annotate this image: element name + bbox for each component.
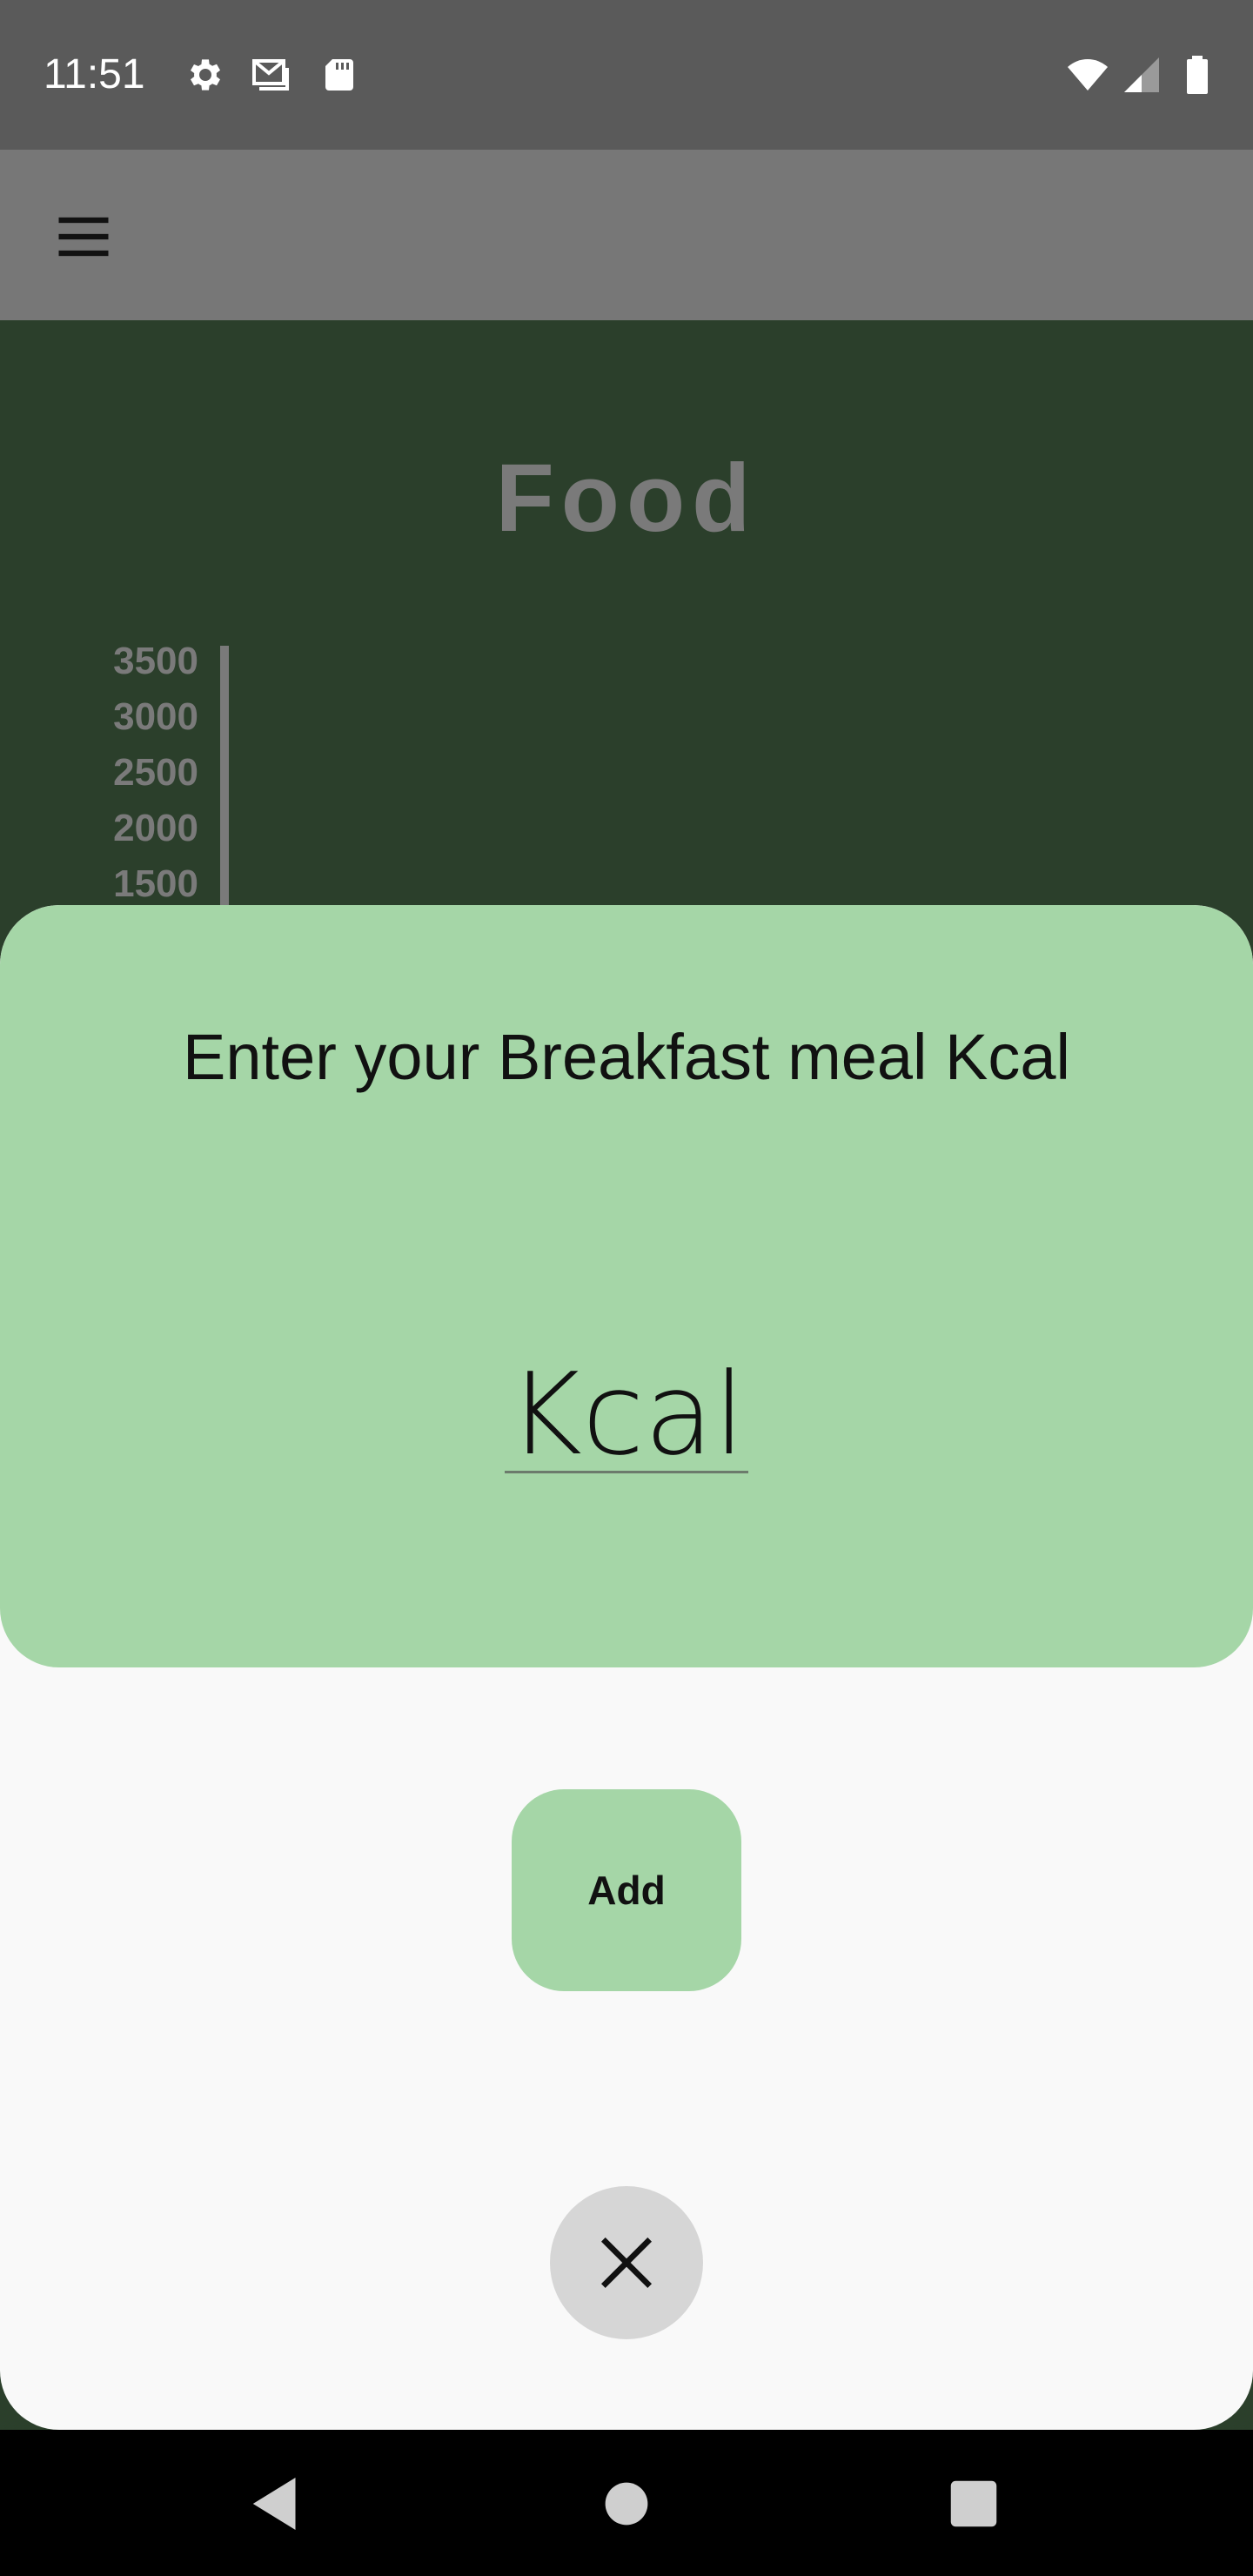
chart-y-tick-label: 1500: [113, 862, 198, 905]
gmail-icon: [249, 54, 291, 96]
chart-y-tick-label: 3000: [113, 695, 198, 738]
status-time: 11:51: [44, 51, 145, 97]
chart-y-tick-label: 2000: [113, 807, 198, 849]
kcal-entry-panel: Enter your Breakfast meal Kcal: [0, 905, 1253, 1667]
status-bar: 11:51: [0, 0, 1253, 150]
navigation-bar: [0, 2430, 1253, 2576]
food-page: Food 3500 3000 2500 2000 1500: [0, 320, 1253, 929]
home-icon[interactable]: [587, 2465, 666, 2543]
chart-y-tick-label: 2500: [113, 751, 198, 794]
back-icon[interactable]: [237, 2465, 315, 2543]
close-icon: [600, 2237, 653, 2289]
settings-icon: [184, 54, 226, 96]
recents-icon[interactable]: [935, 2465, 1013, 2543]
signal-icon: [1121, 54, 1163, 96]
add-kcal-sheet: Enter your Breakfast meal Kcal Add: [0, 905, 1253, 2430]
battery-icon: [1176, 54, 1218, 96]
kcal-prompt: Enter your Breakfast meal Kcal: [183, 1021, 1070, 1093]
wifi-icon: [1067, 54, 1109, 96]
menu-icon[interactable]: [50, 204, 117, 270]
app-bar: [0, 150, 1253, 320]
chart-y-tick-label: 3500: [113, 640, 198, 682]
close-button[interactable]: [550, 2186, 703, 2339]
add-button[interactable]: Add: [512, 1789, 741, 1991]
kcal-input[interactable]: [505, 1358, 748, 1473]
screen: 11:51 Food 3500 3000 2500 2000 1500 Ente…: [0, 0, 1253, 2576]
sd-card-icon: [318, 54, 360, 96]
kcal-chart: 3500 3000 2500 2000 1500: [113, 640, 229, 929]
